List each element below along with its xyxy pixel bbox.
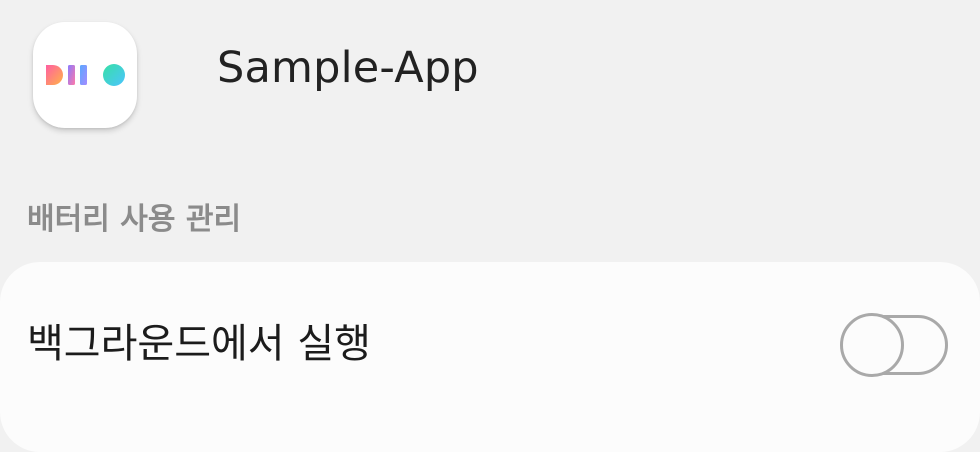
- setting-label-background-run: 백그라운드에서 실행: [27, 321, 371, 367]
- app-header: Sample-App: [0, 0, 980, 150]
- toggle-thumb: [840, 313, 904, 377]
- app-logo-icon: [33, 22, 137, 128]
- section-header-battery: 배터리 사용 관리: [27, 202, 242, 237]
- app-name: Sample-App: [217, 43, 479, 93]
- background-run-toggle[interactable]: [840, 313, 950, 377]
